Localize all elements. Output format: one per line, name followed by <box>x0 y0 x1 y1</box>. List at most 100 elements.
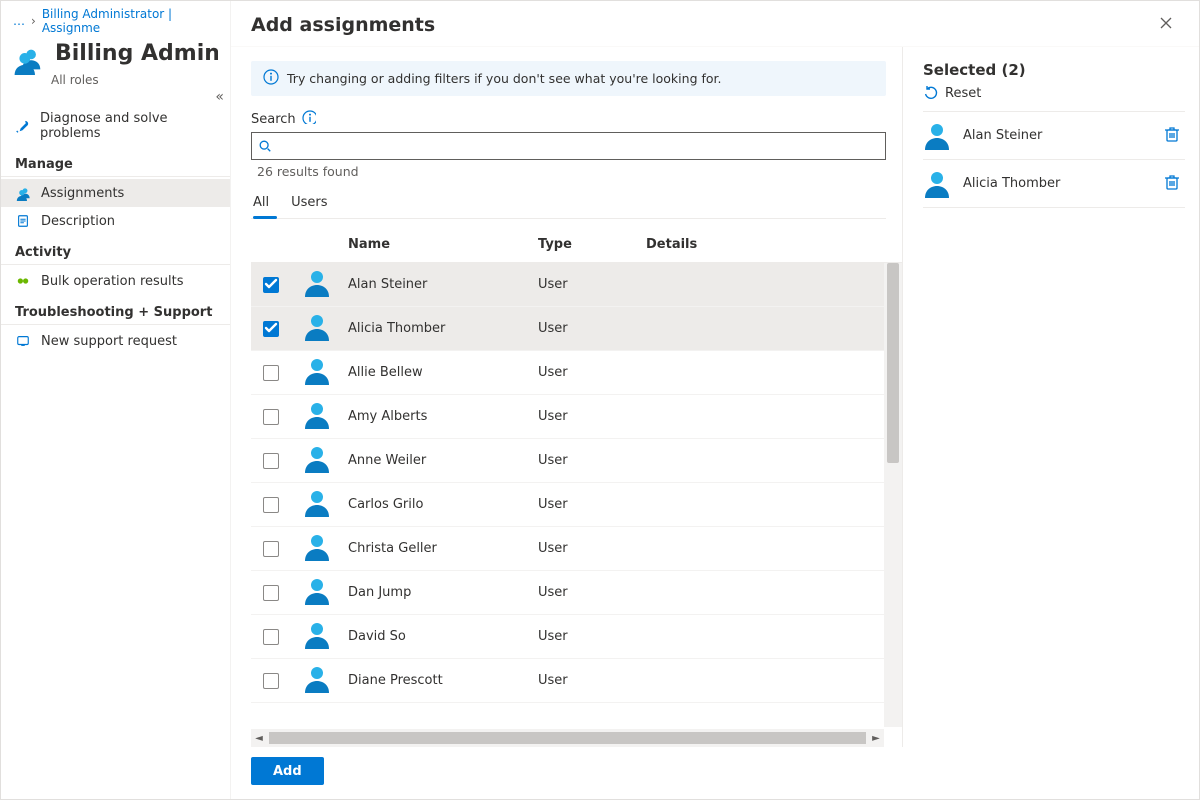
reset-icon <box>923 85 939 101</box>
table-row[interactable]: Carlos GriloUser <box>251 483 884 527</box>
role-icon <box>13 45 43 75</box>
horizontal-scroll-thumb[interactable] <box>269 732 866 744</box>
row-name: David So <box>348 629 538 644</box>
sidenav-assignments[interactable]: Assignments <box>1 179 230 207</box>
table-header: Name Type Details <box>251 227 902 263</box>
table-row[interactable]: Diane PrescottUser <box>251 659 884 703</box>
selected-item-name: Alan Steiner <box>963 128 1147 143</box>
add-button[interactable]: Add <box>251 757 324 785</box>
info-banner: Try changing or adding filters if you do… <box>251 61 886 96</box>
add-assignments-panel: Add assignments Try changing or adding f… <box>231 1 1199 799</box>
row-type: User <box>538 585 646 600</box>
row-checkbox[interactable] <box>263 409 279 425</box>
remove-selected-button[interactable] <box>1159 169 1185 199</box>
selected-heading: Selected (2) <box>923 61 1185 79</box>
row-type: User <box>538 453 646 468</box>
reset-label: Reset <box>945 86 981 101</box>
avatar-icon <box>303 269 331 297</box>
sidenav-heading-troubleshoot: Troubleshooting + Support <box>1 295 230 325</box>
search-label: Search <box>251 112 296 127</box>
row-checkbox[interactable] <box>263 585 279 601</box>
table-row[interactable]: Amy AlbertsUser <box>251 395 884 439</box>
row-checkbox[interactable] <box>263 321 279 337</box>
sidenav-bulk-label: Bulk operation results <box>41 274 184 289</box>
search-box[interactable] <box>251 132 886 160</box>
breadcrumb: … › Billing Administrator | Assignme <box>1 1 230 35</box>
table-row[interactable]: Alan SteinerUser <box>251 263 884 307</box>
info-banner-text: Try changing or adding filters if you do… <box>287 71 722 86</box>
sidenav-heading-activity: Activity <box>1 235 230 265</box>
avatar-icon <box>303 313 331 341</box>
row-type: User <box>538 541 646 556</box>
avatar-icon <box>303 445 331 473</box>
row-checkbox[interactable] <box>263 541 279 557</box>
row-name: Dan Jump <box>348 585 538 600</box>
table-row[interactable]: Anne WeilerUser <box>251 439 884 483</box>
collapse-nav-button[interactable]: « <box>215 89 224 105</box>
page-title: Billing Administrator <box>55 41 218 66</box>
row-name: Christa Geller <box>348 541 538 556</box>
vertical-scroll-thumb[interactable] <box>887 263 899 463</box>
table-row[interactable]: Allie BellewUser <box>251 351 884 395</box>
col-name[interactable]: Name <box>348 237 538 252</box>
row-type: User <box>538 673 646 688</box>
selected-item: Alicia Thomber <box>923 160 1185 208</box>
avatar-icon <box>923 170 951 198</box>
search-help-icon[interactable] <box>302 110 316 128</box>
row-name: Diane Prescott <box>348 673 538 688</box>
row-checkbox[interactable] <box>263 365 279 381</box>
sidenav-support-label: New support request <box>41 334 177 349</box>
breadcrumb-link[interactable]: Billing Administrator | Assignme <box>42 7 220 35</box>
table-row[interactable]: Christa GellerUser <box>251 527 884 571</box>
table-row[interactable]: David SoUser <box>251 615 884 659</box>
info-icon <box>263 69 279 88</box>
row-name: Amy Alberts <box>348 409 538 424</box>
avatar-icon <box>303 621 331 649</box>
row-name: Carlos Grilo <box>348 497 538 512</box>
support-icon <box>15 333 31 349</box>
sidenav-assignments-label: Assignments <box>41 186 124 201</box>
bulk-icon <box>15 273 31 289</box>
vertical-scrollbar[interactable] <box>884 263 902 727</box>
sidenav-diagnose-label: Diagnose and solve problems <box>40 111 216 141</box>
hscroll-left-arrow[interactable]: ◄ <box>251 730 267 746</box>
row-checkbox[interactable] <box>263 277 279 293</box>
table-row[interactable]: Dan JumpUser <box>251 571 884 615</box>
table-row[interactable]: Alicia ThomberUser <box>251 307 884 351</box>
avatar-icon <box>303 577 331 605</box>
search-input[interactable] <box>272 134 879 158</box>
avatar-icon <box>303 401 331 429</box>
sidenav-support[interactable]: New support request <box>1 327 230 355</box>
reset-button[interactable]: Reset <box>923 85 1185 111</box>
horizontal-scrollbar[interactable]: ◄ ► <box>251 729 884 747</box>
col-details[interactable]: Details <box>646 237 894 252</box>
close-panel-button[interactable] <box>1153 11 1179 38</box>
row-name: Alicia Thomber <box>348 321 538 336</box>
row-type: User <box>538 321 646 336</box>
remove-selected-button[interactable] <box>1159 121 1185 151</box>
results-count: 26 results found <box>251 160 902 189</box>
selected-item: Alan Steiner <box>923 112 1185 160</box>
hscroll-right-arrow[interactable]: ► <box>868 730 884 746</box>
sidenav-description[interactable]: Description <box>1 207 230 235</box>
row-type: User <box>538 629 646 644</box>
sidenav-bulk[interactable]: Bulk operation results <box>1 267 230 295</box>
sidenav-diagnose[interactable]: Diagnose and solve problems <box>1 105 230 147</box>
row-checkbox[interactable] <box>263 673 279 689</box>
row-checkbox[interactable] <box>263 497 279 513</box>
tab-users[interactable]: Users <box>291 189 327 218</box>
avatar-icon <box>923 122 951 150</box>
row-type: User <box>538 365 646 380</box>
row-name: Allie Bellew <box>348 365 538 380</box>
selected-item-name: Alicia Thomber <box>963 176 1147 191</box>
row-checkbox[interactable] <box>263 629 279 645</box>
row-name: Anne Weiler <box>348 453 538 468</box>
document-icon <box>15 213 31 229</box>
panel-title: Add assignments <box>251 14 435 36</box>
sidenav-description-label: Description <box>41 214 115 229</box>
breadcrumb-ellipsis[interactable]: … <box>13 14 25 28</box>
row-checkbox[interactable] <box>263 453 279 469</box>
tab-all[interactable]: All <box>253 189 269 218</box>
avatar-icon <box>303 489 331 517</box>
col-type[interactable]: Type <box>538 237 646 252</box>
